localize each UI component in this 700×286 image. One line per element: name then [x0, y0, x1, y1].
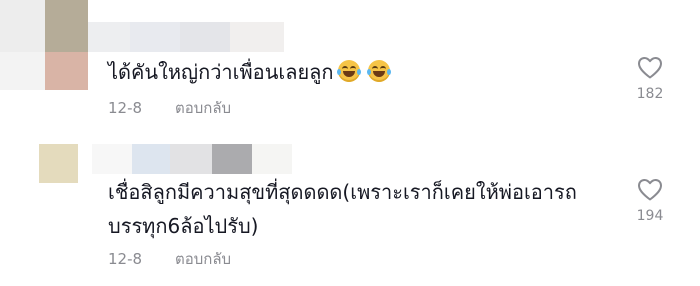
- like-button[interactable]: 194: [630, 178, 670, 224]
- avatar[interactable]: [39, 144, 78, 183]
- like-button[interactable]: 182: [630, 56, 670, 102]
- username[interactable]: [92, 144, 292, 174]
- username[interactable]: [88, 22, 284, 52]
- comment-text: ได้คันใหญ่กว่าเพื่อนเลยลูก: [108, 56, 391, 88]
- comment-item: เชื่อสิลูกมีความสุขที่สุดดดด(เพราะเราก็เ…: [0, 140, 700, 286]
- comment-date: 12-8: [108, 250, 143, 268]
- heart-outline-icon: [638, 57, 662, 79]
- comment-item: ได้คันใหญ่กว่าเพื่อนเลยลูก 12-8 ตอบกลับ …: [0, 0, 700, 130]
- comment-text-line-2: บรรทุก6ล้อไปรับ): [108, 214, 259, 238]
- avatar[interactable]: [0, 0, 88, 90]
- grinning-squinting-tears-emoji: [366, 60, 391, 82]
- reply-button[interactable]: ตอบกลับ: [175, 250, 231, 268]
- like-count: 182: [636, 86, 664, 102]
- reply-button[interactable]: ตอบกลับ: [175, 99, 231, 117]
- comments-panel: ได้คันใหญ่กว่าเพื่อนเลยลูก 12-8 ตอบกลับ …: [0, 0, 700, 286]
- grinning-squinting-tears-emoji: [336, 60, 361, 82]
- comment-date: 12-8: [108, 99, 143, 117]
- comment-text-line-1: เชื่อสิลูกมีความสุขที่สุดดดด(เพราะเราก็เ…: [108, 180, 577, 204]
- heart-outline-icon: [638, 179, 662, 201]
- like-count: 194: [636, 208, 664, 224]
